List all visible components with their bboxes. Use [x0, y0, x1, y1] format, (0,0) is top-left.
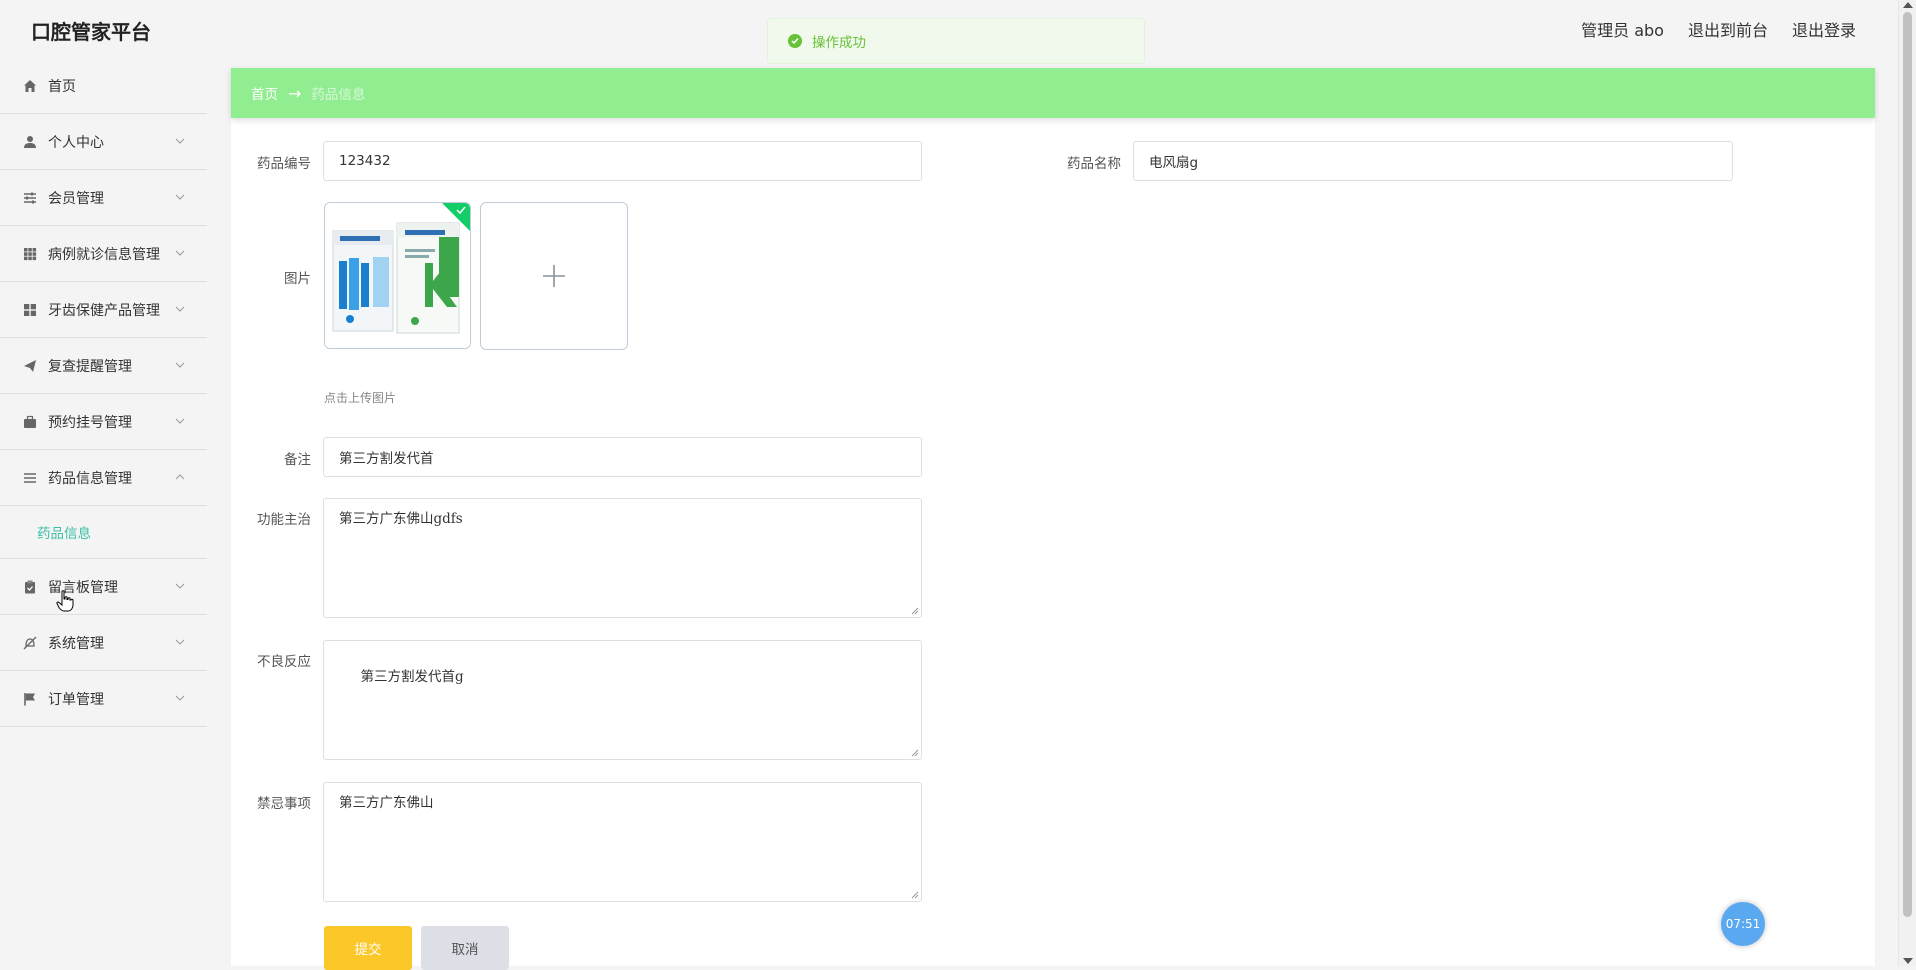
taboo-label: 禁忌事项 — [257, 796, 311, 812]
drug-code-input[interactable]: 123432 — [323, 141, 922, 181]
user-icon — [22, 134, 38, 150]
chevron-up-icon — [175, 474, 185, 480]
logout-link[interactable]: 退出登录 — [1792, 17, 1856, 41]
clipboard-icon — [22, 579, 38, 595]
bell-off-icon — [22, 635, 38, 651]
breadcrumb: 首页 → 药品信息 — [231, 68, 1875, 118]
sidebar-subitem-drug-info[interactable]: 药品信息 — [0, 506, 207, 559]
drug-name-label: 药品名称 — [1067, 156, 1121, 172]
sidebar-item-personal-center[interactable]: 个人中心 — [0, 114, 207, 170]
chevron-down-icon — [175, 138, 185, 144]
sidebar-item-system[interactable]: 系统管理 — [0, 615, 207, 671]
sidebar-item-recheck-reminder[interactable]: 复查提醒管理 — [0, 338, 207, 394]
upload-success-corner-icon — [442, 203, 470, 231]
sidebar-item-appointment[interactable]: 预约挂号管理 — [0, 394, 207, 450]
scroll-up-icon[interactable] — [1903, 2, 1913, 8]
taboo-text: 第三方广东佛山 — [339, 795, 434, 811]
sliders-icon — [22, 190, 38, 206]
sidebar-item-label: 复查提醒管理 — [48, 358, 132, 375]
page-scrollbar[interactable] — [1898, 0, 1916, 966]
chevron-down-icon — [175, 639, 185, 645]
sidebar-item-label: 病例就诊信息管理 — [48, 246, 160, 263]
taboo-textarea[interactable]: 第三方广东佛山 — [323, 782, 922, 902]
admin-label: 管理员 abo — [1581, 21, 1664, 40]
app-title: 口腔管家平台 — [31, 20, 151, 44]
sidebar-item-dental-products[interactable]: 牙齿保健产品管理 — [0, 282, 207, 338]
chevron-down-icon — [175, 583, 185, 589]
sidebar: 首页 个人中心 会员管理 病例就诊信息管理 牙齿保健产品管理 复查提醒管理 预约… — [0, 58, 207, 966]
drug-name-input[interactable]: 电风扇g — [1133, 141, 1733, 181]
sidebar-item-label: 系统管理 — [48, 635, 104, 652]
sidebar-item-label: 牙齿保健产品管理 — [48, 302, 160, 319]
image-label: 图片 — [284, 271, 311, 287]
chevron-down-icon — [175, 194, 185, 200]
menu-icon — [22, 470, 38, 486]
send-icon — [22, 358, 38, 374]
cancel-button[interactable]: 取消 — [421, 926, 509, 970]
sidebar-item-orders[interactable]: 订单管理 — [0, 671, 207, 727]
chevron-down-icon — [175, 306, 185, 312]
uploaded-image-thumbnail[interactable] — [324, 202, 471, 349]
home-icon — [22, 78, 38, 94]
plus-icon — [543, 265, 565, 287]
breadcrumb-home[interactable]: 首页 — [251, 83, 278, 103]
remark-input[interactable]: 第三方割发代首 — [323, 437, 922, 477]
submit-button[interactable]: 提交 — [324, 926, 412, 970]
flag-icon — [22, 691, 38, 707]
sidebar-item-home[interactable]: 首页 — [0, 58, 207, 114]
upload-tip: 点击上传图片 — [324, 391, 397, 405]
drug-code-label: 药品编号 — [257, 156, 311, 172]
adverse-text: 第三方割发代首g — [356, 669, 464, 685]
sidebar-item-label: 首页 — [48, 78, 76, 95]
sidebar-item-member[interactable]: 会员管理 — [0, 170, 207, 226]
sidebar-item-label: 会员管理 — [48, 190, 104, 207]
sidebar-item-label: 个人中心 — [48, 134, 104, 151]
chevron-down-icon — [175, 695, 185, 701]
upload-image-button[interactable] — [480, 202, 628, 350]
adverse-label: 不良反应 — [257, 654, 311, 670]
adverse-textarea[interactable]: 第三方割发代首g — [323, 640, 922, 760]
function-text: 第三方广东佛山gdfs — [339, 511, 463, 527]
sidebar-item-label: 预约挂号管理 — [48, 414, 132, 431]
breadcrumb-current: 药品信息 — [311, 87, 366, 103]
scrollbar-thumb[interactable] — [1903, 12, 1912, 917]
sidebar-item-label: 订单管理 — [48, 691, 104, 708]
briefcase-icon — [22, 414, 38, 430]
toast-text: 操作成功 — [812, 35, 866, 51]
remark-label: 备注 — [284, 452, 311, 468]
chevron-down-icon — [175, 362, 185, 368]
sidebar-item-label: 药品信息管理 — [48, 470, 132, 487]
sidebar-item-drug-management[interactable]: 药品信息管理 — [0, 450, 207, 506]
resize-handle-icon[interactable] — [911, 749, 919, 757]
breadcrumb-separator: → — [288, 83, 302, 103]
function-label: 功能主治 — [257, 512, 311, 528]
top-actions: 管理员 abo 退出到前台 退出登录 — [1581, 17, 1856, 41]
grid-icon — [22, 246, 38, 262]
scroll-down-icon[interactable] — [1903, 958, 1913, 964]
success-check-icon — [788, 34, 802, 48]
exit-to-frontend-link[interactable]: 退出到前台 — [1688, 17, 1768, 41]
sidebar-item-cases[interactable]: 病例就诊信息管理 — [0, 226, 207, 282]
success-toast: 操作成功 — [767, 18, 1145, 64]
chevron-down-icon — [175, 250, 185, 256]
hand-cursor-icon — [56, 590, 74, 612]
function-textarea[interactable]: 第三方广东佛山gdfs — [323, 498, 922, 618]
sidebar-item-message-board[interactable]: 留言板管理 — [0, 559, 207, 615]
chevron-down-icon — [175, 418, 185, 424]
main-content: 首页 → 药品信息 药品编号 123432 药品名称 电风扇g 图片 点击上传图… — [231, 68, 1875, 970]
resize-handle-icon[interactable] — [911, 607, 919, 615]
apps-icon — [22, 302, 38, 318]
timer-badge[interactable]: 07:51 — [1721, 902, 1765, 946]
resize-handle-icon[interactable] — [911, 891, 919, 899]
